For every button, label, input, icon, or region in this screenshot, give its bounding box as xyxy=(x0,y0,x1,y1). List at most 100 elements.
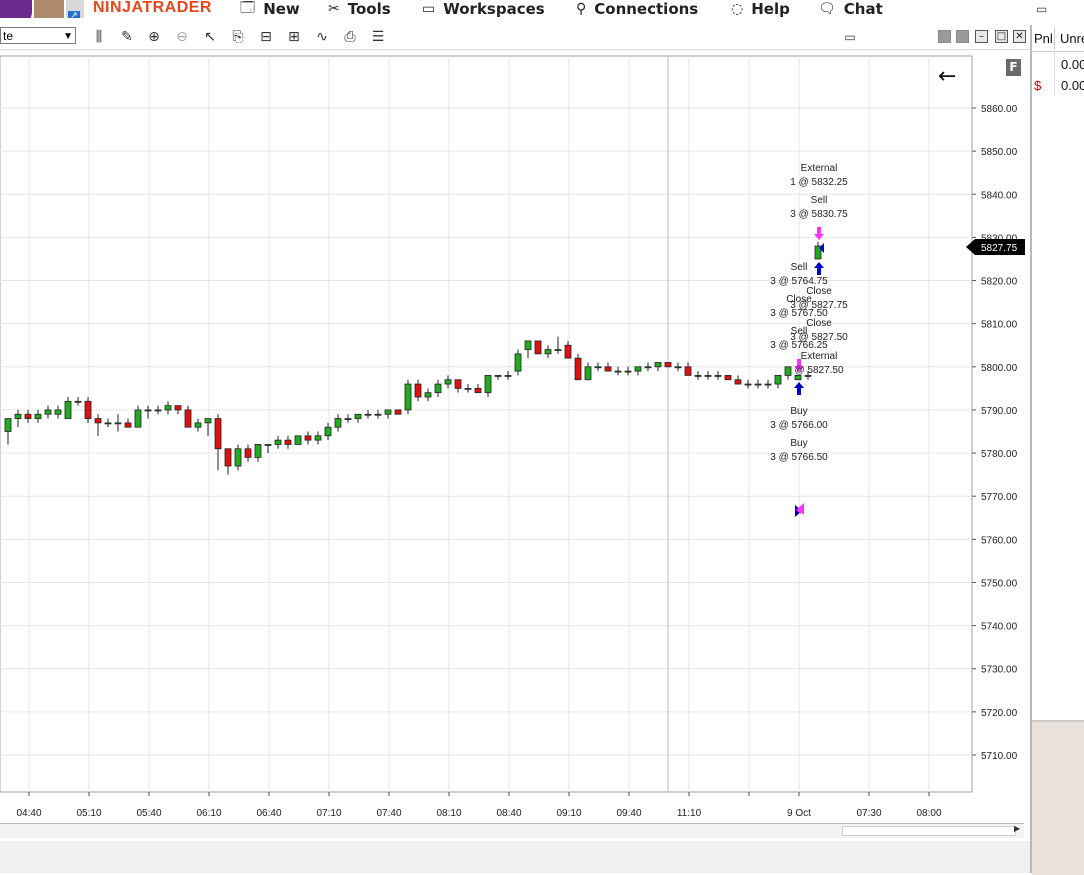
candle-body xyxy=(164,405,172,411)
window-tile-button[interactable] xyxy=(938,30,951,43)
candle-body xyxy=(514,353,522,372)
unrealized-header[interactable]: Unre xyxy=(1060,31,1084,46)
price-chart[interactable]: 5710.00 5720.00 5730.00 5740.00 5750.00 5760.… xyxy=(0,50,1030,873)
candle-body xyxy=(384,409,392,415)
y-tick-label: 5730.00 xyxy=(981,665,1018,676)
header-divider xyxy=(1032,51,1084,52)
candle-body xyxy=(314,435,322,441)
window-tab-button[interactable] xyxy=(956,30,969,43)
row2-value: 0.00 xyxy=(1061,78,1084,93)
candle-body xyxy=(614,370,622,373)
menu-help[interactable]: ◌ Help xyxy=(731,0,790,18)
candle-body xyxy=(604,366,612,372)
candle-body xyxy=(574,357,582,381)
new-window-icon: 🗔 xyxy=(240,0,256,16)
menu-chat[interactable]: 🗨 Chat xyxy=(818,0,883,18)
app-thumbnail-purple[interactable] xyxy=(0,0,32,18)
list-icon[interactable]: ☰ xyxy=(368,28,388,46)
candle-body xyxy=(24,413,32,419)
candle-body xyxy=(214,418,222,450)
properties-icon[interactable]: ⎙ xyxy=(340,28,360,46)
candle-body xyxy=(134,409,142,428)
y-tick-label: 5840.00 xyxy=(981,190,1018,201)
instrument-value: te xyxy=(3,29,14,43)
snapshot-icon[interactable]: ▭ xyxy=(840,28,860,46)
app-thumbnail-photo[interactable] xyxy=(34,0,64,18)
candle-body xyxy=(114,422,122,425)
candle-body xyxy=(334,418,342,428)
candle-body xyxy=(284,439,292,445)
column-divider-2 xyxy=(1054,51,1055,95)
menu-new[interactable]: 🗔 New xyxy=(240,0,300,18)
status-strip xyxy=(0,841,1030,873)
candle-body xyxy=(584,366,592,381)
trade-annotation: Sell xyxy=(791,262,808,273)
menu-workspaces-label: Workspaces xyxy=(443,0,545,18)
candle-body xyxy=(704,375,712,377)
candle-body xyxy=(784,366,792,376)
candle-body xyxy=(534,340,542,355)
menu-connections[interactable]: ⚲ Connections xyxy=(576,0,698,18)
x-tick-label: 07:30 xyxy=(856,808,881,819)
trade-annotation: Sell xyxy=(811,195,828,206)
y-tick-label: 5790.00 xyxy=(981,406,1018,417)
back-arrow-icon[interactable]: ← xyxy=(938,64,956,89)
x-tick-label: 09:40 xyxy=(616,808,641,819)
scrollbar-thumb[interactable] xyxy=(842,826,1016,836)
candle-body xyxy=(304,435,312,441)
trade-annotation: 3 @ 5766.25 xyxy=(770,340,828,351)
data-box-icon[interactable]: ⎘ xyxy=(228,28,248,46)
candle-body xyxy=(734,379,742,385)
scroll-right-icon[interactable]: ▶ xyxy=(1014,824,1020,833)
chart-toolbar: te ▼ ⫼ ✎ ⊕ ⊖ ↖ ⎘ ⊟ ⊞ ∿ ⎙ ☰ ▭ – □ ✕ xyxy=(0,25,1030,50)
y-tick-label: 5810.00 xyxy=(981,320,1018,331)
candle-body xyxy=(594,366,602,369)
candle-body xyxy=(54,409,62,415)
close-button[interactable]: ✕ xyxy=(1013,30,1026,43)
chart-trader-icon[interactable]: ⊟ xyxy=(256,28,276,46)
app-thumbnail-shortcut[interactable]: ↗ xyxy=(66,0,84,18)
minimize-button[interactable]: – xyxy=(975,30,988,43)
indicators-icon[interactable]: ∿ xyxy=(312,28,332,46)
bars-type-icon[interactable]: ⫼ xyxy=(89,28,109,46)
candle-body xyxy=(644,366,652,369)
brand-logo: NINJATRADER xyxy=(93,0,212,16)
candle-body xyxy=(744,383,752,386)
trade-annotation: Sell xyxy=(791,326,808,337)
menu-tools-label: Tools xyxy=(347,0,391,18)
pointer-icon[interactable]: ↖ xyxy=(200,28,220,46)
x-tick-label: 06:40 xyxy=(256,808,281,819)
menu-workspaces[interactable]: ▭ Workspaces xyxy=(422,0,545,18)
x-tick-label: 08:10 xyxy=(436,808,461,819)
y-tick-label: 5740.00 xyxy=(981,622,1018,633)
zoom-in-icon[interactable]: ⊕ xyxy=(144,28,164,46)
chart-panel[interactable]: 5710.00 5720.00 5730.00 5740.00 5750.00 5760.… xyxy=(0,50,1030,873)
candle-body xyxy=(544,349,552,355)
candle-body xyxy=(394,409,402,415)
horizontal-scrollbar[interactable]: ▶ xyxy=(0,823,1024,838)
strategy-icon[interactable]: ⊞ xyxy=(284,28,304,46)
candle-body xyxy=(524,340,532,350)
candle-body xyxy=(664,362,672,368)
flag-button[interactable]: F xyxy=(1006,59,1021,76)
candle-body xyxy=(464,387,472,390)
tile-windows-icon[interactable]: ▭ xyxy=(1036,2,1047,16)
trade-annotation: Buy xyxy=(790,438,807,449)
candle-body xyxy=(184,409,192,428)
instrument-select[interactable]: te ▼ xyxy=(0,27,76,44)
candle-body xyxy=(264,444,272,446)
trade-annotation: 3 @ 5830.75 xyxy=(790,209,848,220)
candle-body xyxy=(624,370,632,373)
menu-tools[interactable]: ✂ Tools xyxy=(328,0,391,18)
zoom-out-icon[interactable]: ⊖ xyxy=(172,28,192,46)
candle-body xyxy=(754,383,762,386)
pnl-header[interactable]: Pnl xyxy=(1034,31,1053,46)
candle-body xyxy=(294,435,302,445)
x-tick-label: 07:40 xyxy=(376,808,401,819)
pencil-icon[interactable]: ✎ xyxy=(117,28,137,46)
menu-new-label: New xyxy=(263,0,300,18)
candle-body xyxy=(674,366,682,369)
y-tick-label: 5800.00 xyxy=(981,363,1018,374)
maximize-button[interactable]: □ xyxy=(995,30,1008,43)
candle-body xyxy=(144,409,152,412)
